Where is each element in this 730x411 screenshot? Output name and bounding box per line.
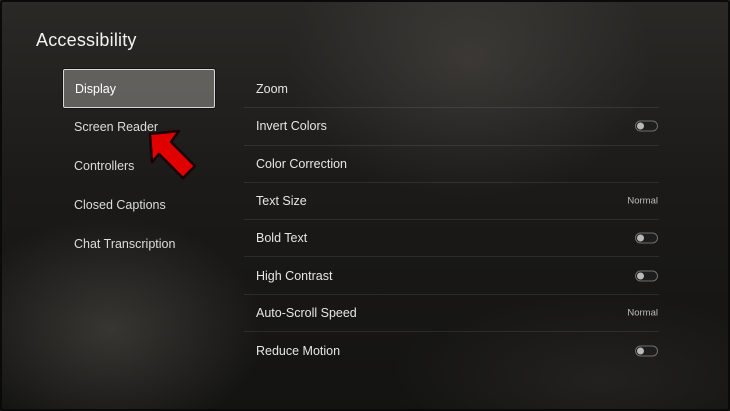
setting-row-invert-colors[interactable]: Invert Colors	[244, 108, 659, 146]
high-contrast-toggle[interactable]	[635, 270, 658, 282]
toggle-knob	[637, 347, 644, 355]
setting-row-color-correction[interactable]: Color Correction	[244, 146, 659, 183]
setting-row-reduce-motion[interactable]: Reduce Motion	[244, 332, 659, 369]
invert-colors-toggle[interactable]	[635, 120, 658, 132]
setting-label: Text Size	[256, 194, 307, 209]
settings-list: Zoom Invert Colors Color Correction Text…	[244, 71, 659, 369]
setting-label: Color Correction	[256, 156, 348, 171]
setting-row-text-size[interactable]: Text Size Normal	[244, 183, 659, 221]
setting-label: High Contrast	[256, 268, 333, 283]
page-title: Accessibility	[36, 30, 137, 50]
toggle-knob	[637, 122, 644, 130]
red-arrow-icon	[148, 129, 197, 180]
setting-row-auto-scroll-speed[interactable]: Auto-Scroll Speed Normal	[244, 295, 659, 333]
setting-label: Reduce Motion	[256, 343, 341, 358]
reduce-motion-toggle[interactable]	[635, 345, 658, 357]
sidebar-item-display[interactable]: Display	[63, 69, 215, 108]
sidebar-item-closed-captions[interactable]: Closed Captions	[63, 186, 215, 225]
bold-text-toggle[interactable]	[635, 232, 658, 244]
setting-row-high-contrast[interactable]: High Contrast	[244, 257, 659, 295]
toggle-knob	[637, 272, 644, 280]
text-size-value: Normal	[627, 195, 658, 207]
auto-scroll-speed-value: Normal	[627, 307, 658, 319]
toggle-knob	[637, 234, 644, 242]
setting-row-bold-text[interactable]: Bold Text	[244, 220, 659, 258]
setting-row-zoom[interactable]: Zoom	[244, 71, 659, 109]
setting-label: Zoom	[256, 82, 288, 97]
setting-label: Bold Text	[256, 231, 308, 246]
sidebar-item-chat-transcription[interactable]: Chat Transcription	[63, 225, 215, 264]
setting-label: Auto-Scroll Speed	[256, 305, 357, 320]
setting-label: Invert Colors	[256, 119, 327, 134]
arrow-shape	[148, 129, 197, 180]
